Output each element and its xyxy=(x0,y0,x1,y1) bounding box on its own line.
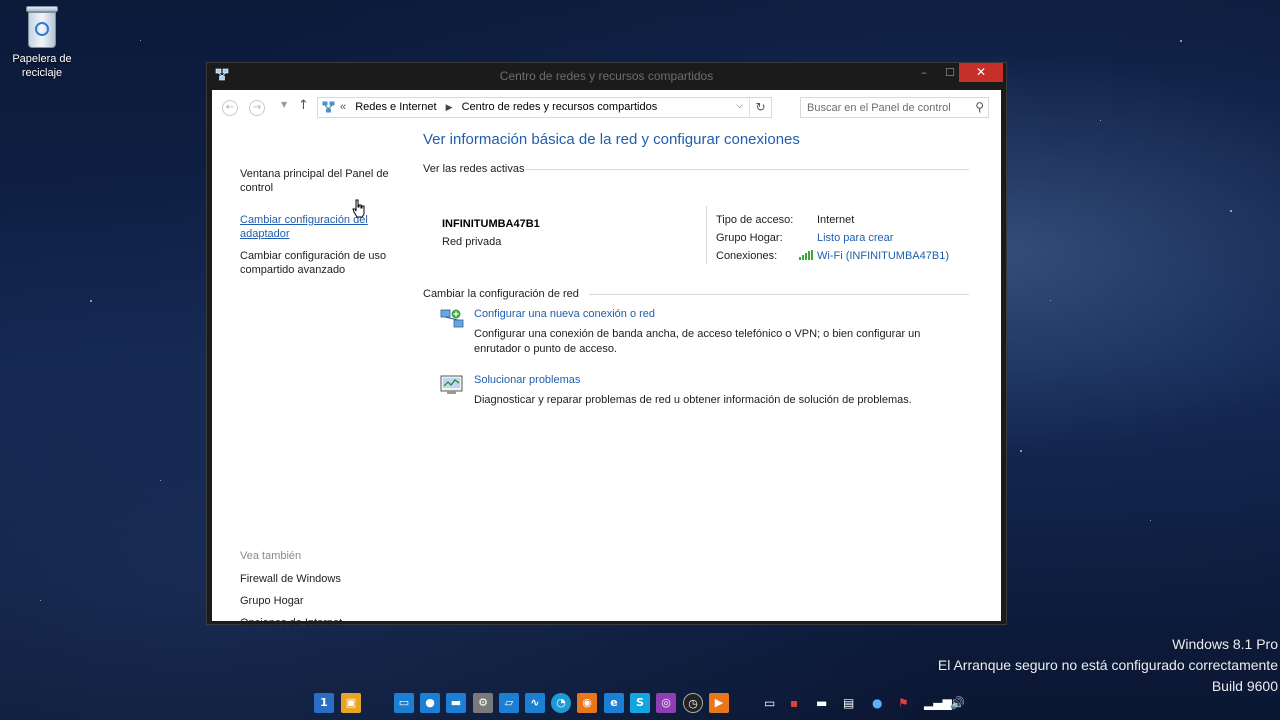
tray-action-center-icon[interactable]: ▭ xyxy=(764,696,775,710)
wifi-signal-icon xyxy=(799,250,813,260)
troubleshoot-icon xyxy=(440,375,463,394)
section-divider xyxy=(525,169,969,170)
task-troubleshoot: Solucionar problemas Diagnosticar y repa… xyxy=(440,374,980,414)
tray-volume-icon[interactable]: 🔊 xyxy=(950,696,965,710)
recycle-bin-label: Papelera de reciclaje xyxy=(12,53,72,79)
setup-new-connection-description: Configurar una conexión de banda ancha, … xyxy=(474,328,921,355)
taskbar-desktop-icon[interactable]: ▭ xyxy=(394,693,414,713)
homegroup-link[interactable]: Listo para crear xyxy=(817,232,893,244)
see-also-header: Vea también xyxy=(240,550,302,562)
taskbar-clock-app-icon[interactable]: ◷ xyxy=(683,693,703,713)
troubleshoot-link[interactable]: Solucionar problemas xyxy=(474,374,580,386)
vertical-divider xyxy=(706,206,707,264)
link-advanced-sharing-settings[interactable]: Cambiar configuración de uso compartido … xyxy=(240,249,400,277)
back-button[interactable]: ← xyxy=(222,100,238,116)
link-internet-options[interactable]: Opciones de Internet xyxy=(240,616,400,630)
task-new-connection: Configurar una nueva conexión o red Conf… xyxy=(440,308,980,355)
tray-usb-icon[interactable]: ▤ xyxy=(843,696,854,710)
taskbar-file-explorer-icon[interactable]: ▣ xyxy=(341,693,361,713)
taskbar-skype-icon[interactable]: S xyxy=(630,693,650,713)
breadcrumb: « Redes e Internet ▶ Centro de redes y r… xyxy=(340,101,657,113)
access-type-value: Internet xyxy=(817,214,855,226)
minimize-button[interactable]: – xyxy=(911,63,937,82)
taskbar-internet-explorer-icon[interactable]: e xyxy=(604,693,624,713)
recycle-bin-icon xyxy=(25,6,59,48)
recycle-bin-desktop-icon[interactable]: Papelera de reciclaje xyxy=(6,6,78,80)
active-networks-header: Ver las redes activas xyxy=(423,163,525,175)
tray-security-icon[interactable]: ▪ xyxy=(790,696,798,710)
tray-flag-icon[interactable]: ⚑ xyxy=(898,696,909,710)
address-bar[interactable]: « Redes e Internet ▶ Centro de redes y r… xyxy=(317,97,772,118)
forward-button[interactable]: → xyxy=(249,100,265,116)
network-name: INFINITUMBA47B1 xyxy=(442,218,540,230)
title-bar[interactable]: Centro de redes y recursos compartidos –… xyxy=(207,63,1006,89)
breadcrumb-separator-icon[interactable]: ▶ xyxy=(446,102,453,112)
taskbar-settings-icon[interactable]: ⚙ xyxy=(473,693,493,713)
link-homegroup[interactable]: Grupo Hogar xyxy=(240,594,400,608)
taskbar-app-9-icon[interactable]: ◔ xyxy=(551,693,571,713)
link-windows-firewall[interactable]: Firewall de Windows xyxy=(240,572,400,586)
new-connection-icon xyxy=(440,309,464,328)
window-title: Centro de redes y recursos compartidos xyxy=(499,69,714,83)
wifi-connection-link[interactable]: Wi-Fi (INFINITUMBA47B1) xyxy=(799,250,949,262)
wifi-connection-label[interactable]: Wi-Fi (INFINITUMBA47B1) xyxy=(817,250,949,262)
taskbar-app-1-icon[interactable]: 1 xyxy=(314,693,334,713)
taskbar: 1 ▣ ▭ ● ▬ ⚙ ▱ ∿ ◔ ◉ e S ◎ ◷ ▶ ▭ ▪ ▬ ▤ ● … xyxy=(0,690,1280,720)
taskbar-user-icon[interactable]: ● xyxy=(420,693,440,713)
tray-bluetooth-icon[interactable]: ● xyxy=(872,696,882,710)
taskbar-app-7-icon[interactable]: ▱ xyxy=(499,693,519,713)
breadcrumb-redes-internet[interactable]: Redes e Internet xyxy=(355,101,436,113)
control-panel-icon xyxy=(322,101,335,113)
connections-label: Conexiones: xyxy=(716,250,778,262)
link-control-panel-home[interactable]: Ventana principal del Panel de control xyxy=(240,167,400,195)
access-type-label: Tipo de acceso: xyxy=(716,214,794,226)
taskbar-firefox-icon[interactable]: ◉ xyxy=(577,693,597,713)
taskbar-folder-icon[interactable]: ▬ xyxy=(446,693,466,713)
navigation-bar: ← → ▼ ↑ « Redes e Internet ▶ Centro de r… xyxy=(212,90,1001,124)
windows-watermark: Windows 8.1 Pro El Arranque seguro no es… xyxy=(938,634,1278,697)
window-client-area: ← → ▼ ↑ « Redes e Internet ▶ Centro de r… xyxy=(212,90,1001,629)
hand-cursor-icon xyxy=(352,199,365,218)
network-type[interactable]: Red privada xyxy=(442,236,501,248)
taskbar-media-icon[interactable]: ▶ xyxy=(709,693,729,713)
homegroup-label: Grupo Hogar: xyxy=(716,232,783,244)
taskbar-app-13-icon[interactable]: ◎ xyxy=(656,693,676,713)
address-dropdown-icon[interactable]: ⌵ xyxy=(736,101,743,111)
main-content: Ver información básica de la red y confi… xyxy=(407,124,1001,621)
search-box[interactable]: ⚲ xyxy=(800,97,989,118)
watermark-secure-boot: El Arranque seguro no está configurado c… xyxy=(937,657,1278,673)
watermark-edition: Windows 8.1 Pro xyxy=(1172,636,1278,652)
tray-wifi-icon[interactable]: ▂▄▆ xyxy=(924,696,952,710)
troubleshoot-description: Diagnosticar y reparar problemas de red … xyxy=(474,394,912,406)
breadcrumb-centro-redes[interactable]: Centro de redes y recursos compartidos xyxy=(462,101,658,113)
network-sharing-center-window: Centro de redes y recursos compartidos –… xyxy=(206,62,1007,629)
link-change-adapter-settings[interactable]: Cambiar configuración del adaptador xyxy=(240,213,400,241)
page-title: Ver información básica de la red y confi… xyxy=(423,131,800,148)
refresh-button[interactable]: ↻ xyxy=(749,98,771,117)
search-icon[interactable]: ⚲ xyxy=(975,100,984,114)
recent-locations-dropdown[interactable]: ▼ xyxy=(281,100,287,109)
change-settings-header: Cambiar la configuración de red xyxy=(423,288,579,300)
search-input[interactable] xyxy=(801,98,961,117)
tray-device-icon[interactable]: ▬ xyxy=(816,696,827,710)
close-button[interactable]: ✕ xyxy=(959,63,1003,82)
section-divider xyxy=(589,294,969,295)
setup-new-connection-link[interactable]: Configurar una nueva conexión o red xyxy=(474,308,655,320)
up-button[interactable]: ↑ xyxy=(298,98,309,113)
breadcrumb-overflow[interactable]: « xyxy=(340,101,346,113)
taskbar-pulse-icon[interactable]: ∿ xyxy=(525,693,545,713)
left-task-pane: Ventana principal del Panel de control C… xyxy=(212,124,407,629)
